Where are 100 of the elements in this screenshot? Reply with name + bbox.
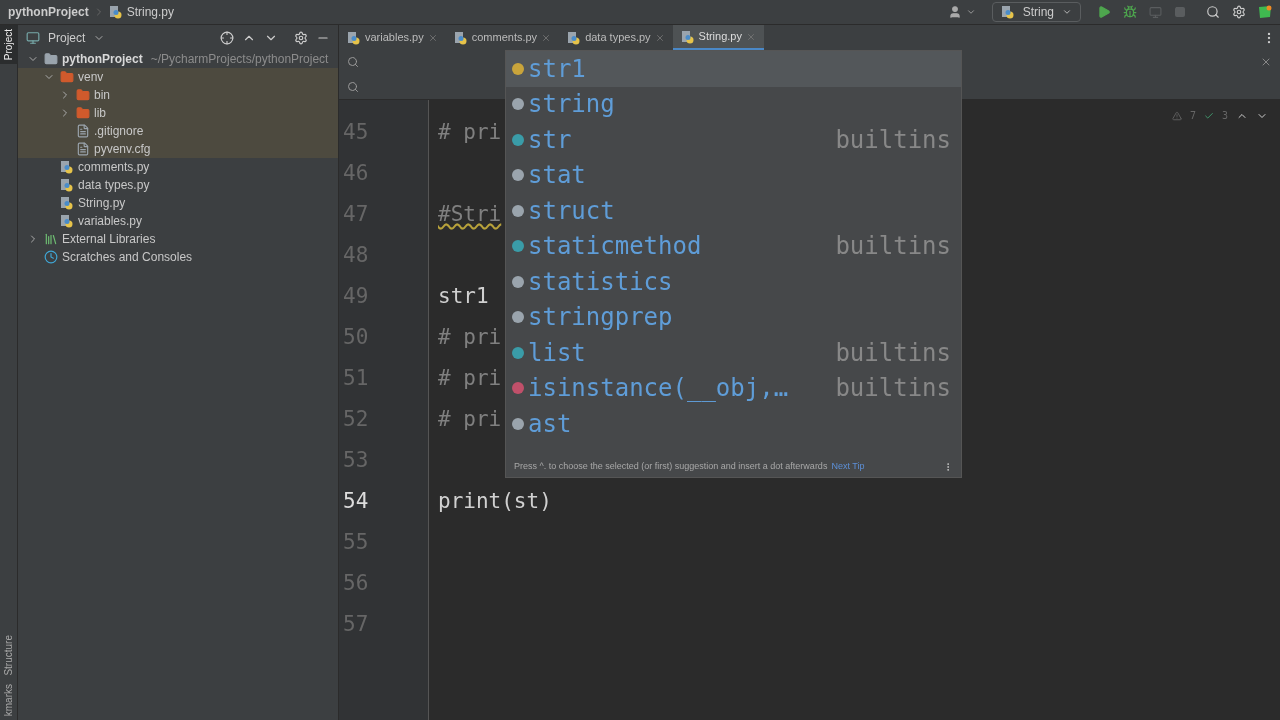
run-icon[interactable] — [1097, 5, 1111, 19]
panel-title[interactable]: Project — [48, 28, 86, 47]
python-file-icon — [453, 30, 468, 45]
completion-item[interactable]: staticmethod builtins — [506, 228, 961, 264]
folder-icon — [60, 70, 74, 84]
editor-tab[interactable]: comments.py — [445, 25, 560, 50]
python-file-icon — [1000, 5, 1015, 19]
completion-source: builtins — [835, 124, 951, 156]
completion-item[interactable]: struct — [506, 193, 961, 229]
tree-item-label: pythonProject — [62, 51, 143, 68]
warning-icon[interactable] — [1171, 110, 1182, 121]
close-icon[interactable] — [746, 31, 756, 42]
completion-item[interactable]: str builtins — [506, 122, 961, 158]
tree-item-label: lib — [94, 105, 106, 122]
line-number: 54 — [343, 487, 369, 515]
close-icon[interactable] — [541, 32, 552, 43]
tree-item[interactable]: pyvenv.cfg — [18, 140, 338, 158]
breadcrumb-item[interactable]: pythonProject — [8, 3, 89, 21]
code-line: # pri — [438, 323, 502, 351]
folder-icon — [44, 52, 58, 66]
symbol-kind-icon — [512, 62, 524, 75]
completion-source: builtins — [835, 337, 951, 369]
python-file-icon — [60, 196, 74, 210]
tree-item-label: bin — [94, 87, 110, 104]
scratches-icon — [44, 250, 58, 264]
symbol-kind-icon — [512, 382, 524, 395]
code-line: #Stri — [438, 200, 502, 228]
close-icon[interactable] — [654, 32, 665, 43]
folder-icon — [76, 88, 90, 102]
settings-icon[interactable] — [1232, 5, 1246, 19]
completion-item[interactable]: stat — [506, 157, 961, 193]
tool-window-tab[interactable]: Structure — [0, 631, 18, 680]
editor-tab[interactable]: data types.py — [559, 25, 673, 50]
code-line: # pri — [438, 405, 502, 433]
python-file-icon — [567, 30, 582, 45]
symbol-kind-icon — [512, 133, 524, 146]
warning-count: 7 — [1189, 109, 1196, 123]
symbol-kind-icon — [512, 204, 524, 217]
search-icon[interactable] — [347, 80, 359, 93]
editor-tab[interactable]: String.py — [672, 25, 764, 50]
completion-source: builtins — [835, 373, 951, 405]
tree-item-label: comments.py — [78, 159, 150, 176]
tree-item[interactable]: External Libraries — [18, 230, 338, 248]
python-file-icon — [60, 214, 74, 228]
check-icon[interactable] — [1203, 110, 1214, 121]
symbol-kind-icon — [512, 275, 524, 288]
code-line: # pri — [438, 364, 502, 392]
completion-item[interactable]: statistics — [506, 264, 961, 300]
close-icon[interactable] — [427, 32, 438, 43]
tree-item[interactable]: pythonProject ~/PycharmProjects/pythonProject — [18, 50, 338, 68]
symbol-kind-icon — [512, 169, 524, 182]
tree-item[interactable]: venv — [18, 68, 338, 86]
tip-text: Press ^. to choose the selected (or first) suggestion and insert a dot afterwards — [514, 460, 828, 474]
tree-item-label: .gitignore — [94, 123, 144, 140]
completion-item[interactable]: stringprep — [506, 299, 961, 335]
debug-icon[interactable] — [1123, 5, 1137, 19]
completion-item[interactable]: isinstance(__obj,… builtins — [506, 370, 961, 406]
symbol-kind-icon — [512, 311, 524, 324]
next-tip-link[interactable]: Next Tip — [831, 460, 865, 474]
tree-item[interactable]: comments.py — [18, 158, 338, 176]
tree-item[interactable]: bin — [18, 86, 338, 104]
symbol-kind-icon — [512, 240, 524, 253]
tree-item[interactable]: variables.py — [18, 212, 338, 230]
run-configuration-dropdown[interactable]: String — [991, 2, 1081, 22]
tool-window-tab[interactable]: Project — [0, 25, 18, 65]
symbol-kind-icon — [512, 346, 524, 359]
tree-item[interactable]: .gitignore — [18, 122, 338, 140]
python-file-icon — [108, 5, 123, 19]
breadcrumb-item[interactable]: String.py — [126, 3, 175, 21]
settings-icon[interactable] — [294, 30, 308, 45]
completion-item[interactable]: list builtins — [506, 335, 961, 371]
tree-item-label: String.py — [78, 195, 126, 212]
panel-icon — [26, 30, 40, 45]
completion-item[interactable]: string — [506, 86, 961, 122]
library-icon — [44, 232, 58, 246]
file-icon — [76, 124, 90, 138]
tree-item[interactable]: lib — [18, 104, 338, 122]
code-line: print(st) — [438, 487, 552, 515]
python-file-icon — [347, 30, 361, 45]
python-file-icon — [60, 160, 74, 174]
python-file-icon — [60, 178, 74, 192]
account-icon[interactable] — [947, 5, 962, 19]
file-icon — [76, 142, 90, 156]
project-path: ~/PycharmProjects/pythonProject — [150, 51, 329, 68]
tree-item[interactable]: data types.py — [18, 176, 338, 194]
tree-item[interactable]: Scratches and Consoles — [18, 248, 338, 266]
tool-window-tab[interactable]: kmarks — [0, 679, 18, 720]
search-icon[interactable] — [347, 56, 359, 69]
logo-icon — [1258, 5, 1272, 19]
weak-warning-count: 3 — [1221, 109, 1228, 123]
stop-icon[interactable] — [1174, 6, 1186, 18]
editor-tab[interactable]: variables.py — [339, 25, 446, 50]
folder-icon — [76, 106, 90, 120]
tree-item[interactable]: String.py — [18, 194, 338, 212]
tree-item-label: venv — [78, 69, 104, 86]
tree-item-label: Scratches and Consoles — [62, 249, 193, 266]
locate-icon[interactable] — [220, 30, 234, 45]
tree-item-label: data types.py — [78, 177, 150, 194]
search-icon[interactable] — [1206, 5, 1220, 19]
completion-item[interactable]: ast — [506, 406, 961, 442]
